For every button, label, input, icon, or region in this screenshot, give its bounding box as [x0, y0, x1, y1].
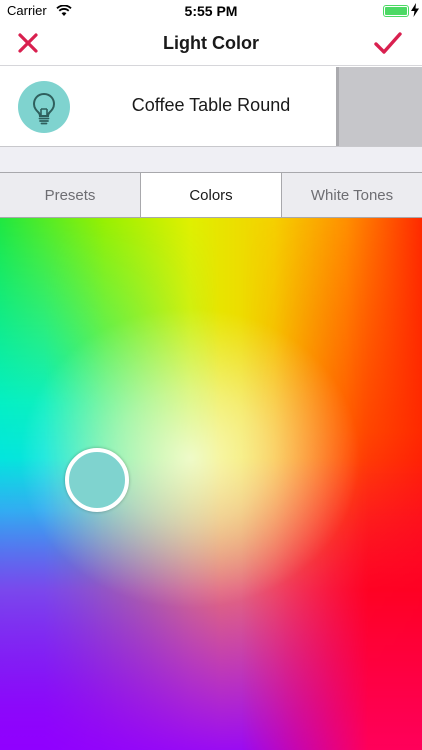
lightbulb-icon — [18, 92, 70, 137]
section-spacer — [0, 147, 422, 172]
battery-icon — [383, 5, 409, 17]
navigation-bar: Light Color — [0, 22, 422, 66]
tab-colors[interactable]: Colors — [140, 173, 281, 217]
clock: 5:55 PM — [184, 3, 238, 19]
color-picker[interactable] — [0, 218, 422, 750]
mode-tabs: Presets Colors White Tones — [0, 172, 422, 218]
light-name: Coffee Table Round — [131, 95, 291, 115]
confirm-button[interactable] — [372, 30, 404, 58]
card-side-panel — [336, 67, 422, 147]
charging-icon — [411, 3, 419, 22]
tab-white-tones[interactable]: White Tones — [281, 173, 422, 217]
checkmark-icon — [372, 32, 404, 62]
battery-fill — [385, 7, 407, 15]
light-avatar — [18, 81, 70, 133]
tab-presets[interactable]: Presets — [0, 173, 140, 217]
page-title: Light Color — [163, 33, 259, 53]
color-spectrum-white — [0, 218, 422, 750]
color-picker-handle[interactable] — [65, 448, 129, 512]
light-card[interactable]: Coffee Table Round — [0, 67, 422, 147]
status-bar: Carrier 5:55 PM — [0, 0, 422, 22]
